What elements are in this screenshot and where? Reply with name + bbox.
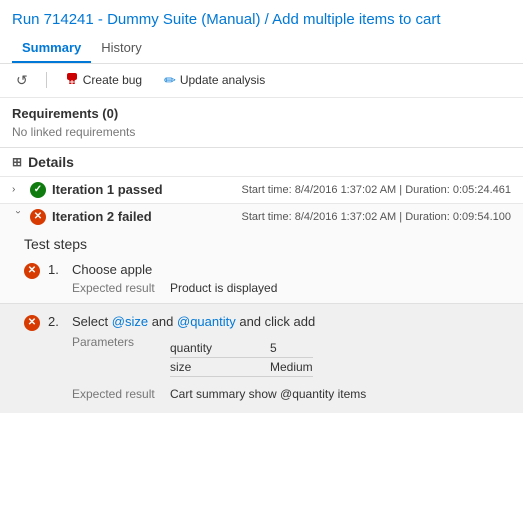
step-1-row: ✕ 1. Choose apple Expected result Produc…: [24, 258, 511, 299]
step-2-content: Select @size and @quantity and click add…: [72, 314, 511, 401]
params-table: quantity 5 size Medium: [170, 339, 313, 377]
toolbar-divider: [46, 72, 47, 88]
no-linked-text: No linked requirements: [12, 125, 511, 139]
refresh-icon: ↺: [16, 72, 28, 89]
param-quantity-row: quantity 5: [170, 339, 313, 358]
step-2-param2: @quantity: [177, 314, 236, 329]
step-1-num: 1.: [48, 262, 64, 277]
step-2-action: Select @size and @quantity and click add: [72, 314, 511, 329]
step-2-action-post: and click add: [236, 314, 316, 329]
create-bug-label: Create bug: [83, 73, 142, 87]
step-1-content: Choose apple Expected result Product is …: [72, 262, 511, 295]
step-2-expected-row: Expected result Cart summary show @quant…: [72, 387, 511, 401]
step-2-num: 2.: [48, 314, 64, 329]
page-title: Run 714241 - Dummy Suite (Manual) / Add …: [12, 10, 511, 30]
pencil-icon: ✏: [164, 72, 176, 89]
iteration-1-chevron[interactable]: ›: [12, 184, 24, 195]
step-2-row: ✕ 2. Select @size and @quantity and clic…: [24, 310, 511, 405]
iteration-2-status-icon: ✕: [30, 209, 46, 225]
step-1-expected-label: Expected result: [72, 281, 162, 295]
page-header: Run 714241 - Dummy Suite (Manual) / Add …: [0, 0, 523, 64]
test-steps-title: Test steps: [24, 236, 511, 252]
iteration-2-meta: Start time: 8/4/2016 1:37:02 AM | Durati…: [242, 211, 511, 223]
step-1-expected-value: Product is displayed: [170, 281, 277, 295]
step-2-section: ✕ 2. Select @size and @quantity and clic…: [0, 303, 523, 413]
param-size-key: size: [170, 360, 270, 374]
tabs-bar: Summary History: [12, 36, 511, 63]
iteration-2-label: Iteration 2 failed: [52, 209, 152, 224]
param-size-val: Medium: [270, 360, 313, 374]
toolbar: ↺ Create bug ✏ Update analysis: [0, 64, 523, 98]
details-header: ⊞ Details: [0, 148, 523, 176]
update-analysis-button[interactable]: ✏ Update analysis: [160, 70, 269, 91]
bug-icon: [65, 72, 79, 89]
requirements-section: Requirements (0) No linked requirements: [0, 98, 523, 147]
iteration-1-row[interactable]: › ✓ Iteration 1 passed Start time: 8/4/2…: [0, 176, 523, 203]
step-2-params-container: Parameters quantity 5 size Medium: [72, 335, 511, 381]
param-quantity-key: quantity: [170, 341, 270, 355]
tab-history[interactable]: History: [91, 36, 151, 63]
step-2-param1: @size: [112, 314, 148, 329]
step-1-expected-row: Expected result Product is displayed: [72, 281, 511, 295]
iteration-1-label: Iteration 1 passed: [52, 182, 163, 197]
step-2-action-pre: Select: [72, 314, 112, 329]
iteration-1-status-icon: ✓: [30, 182, 46, 198]
tab-summary[interactable]: Summary: [12, 36, 91, 63]
refresh-button[interactable]: ↺: [12, 70, 32, 91]
iteration-2-row[interactable]: › ✕ Iteration 2 failed Start time: 8/4/2…: [0, 203, 523, 230]
step-2-action-mid: and: [148, 314, 177, 329]
step-1-status-icon: ✕: [24, 263, 40, 279]
step-2-status-icon: ✕: [24, 315, 40, 331]
param-quantity-val: 5: [270, 341, 277, 355]
requirements-title: Requirements (0): [12, 106, 511, 121]
iteration-1-meta: Start time: 8/4/2016 1:37:02 AM | Durati…: [242, 184, 511, 196]
details-title: Details: [28, 154, 74, 170]
param-size-row: size Medium: [170, 358, 313, 377]
step-1-action: Choose apple: [72, 262, 511, 277]
iteration-2-chevron[interactable]: ›: [13, 211, 24, 223]
params-label: Parameters: [72, 335, 162, 349]
step-2-expected-value: Cart summary show @quantity items: [170, 387, 366, 401]
details-expand-icon[interactable]: ⊞: [12, 155, 22, 169]
create-bug-button[interactable]: Create bug: [61, 70, 146, 91]
update-analysis-label: Update analysis: [180, 73, 265, 87]
test-steps-section: Test steps ✕ 1. Choose apple Expected re…: [0, 230, 523, 303]
step-2-expected-label: Expected result: [72, 387, 162, 401]
